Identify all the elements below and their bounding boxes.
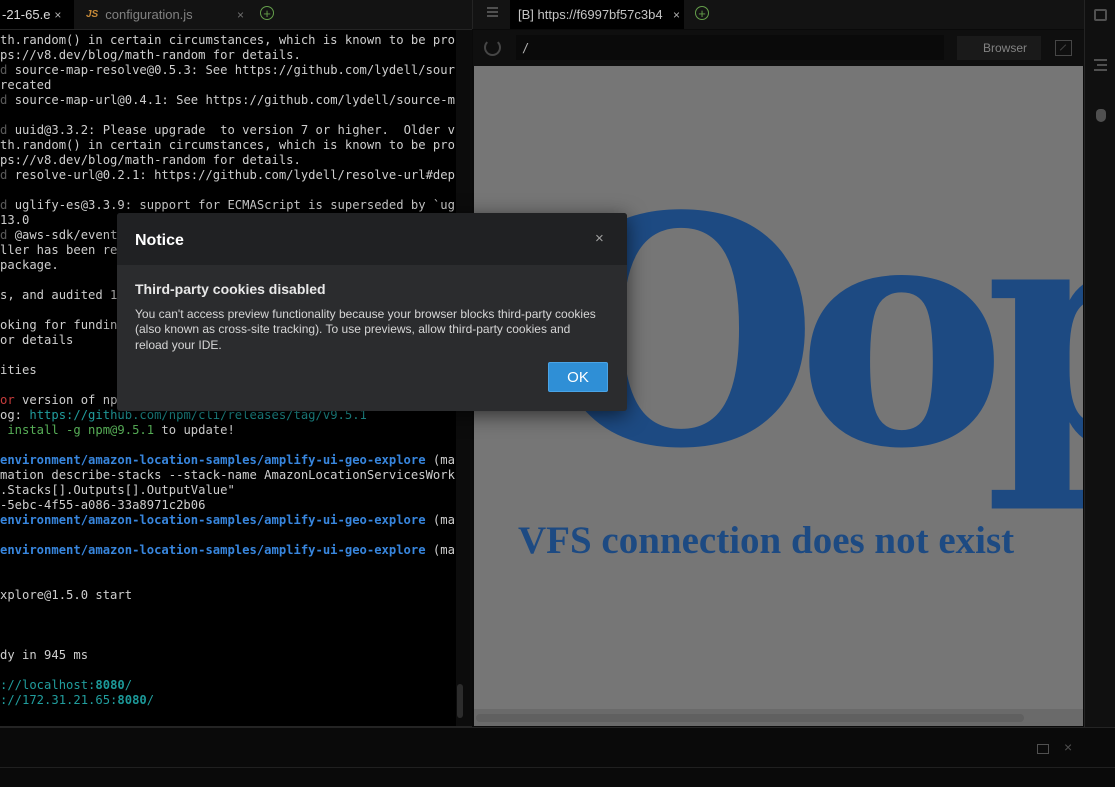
notice-dialog: Notice × Third-party cookies disabled Yo… [117, 213, 627, 411]
ok-button[interactable]: OK [548, 362, 608, 392]
dialog-title: Notice [135, 232, 184, 249]
dialog-close-icon[interactable]: × [595, 230, 604, 247]
dialog-subtitle: Third-party cookies disabled [135, 281, 326, 297]
dialog-message: You can't access preview functionality b… [135, 307, 596, 352]
dialog-header: Notice × [117, 213, 627, 265]
